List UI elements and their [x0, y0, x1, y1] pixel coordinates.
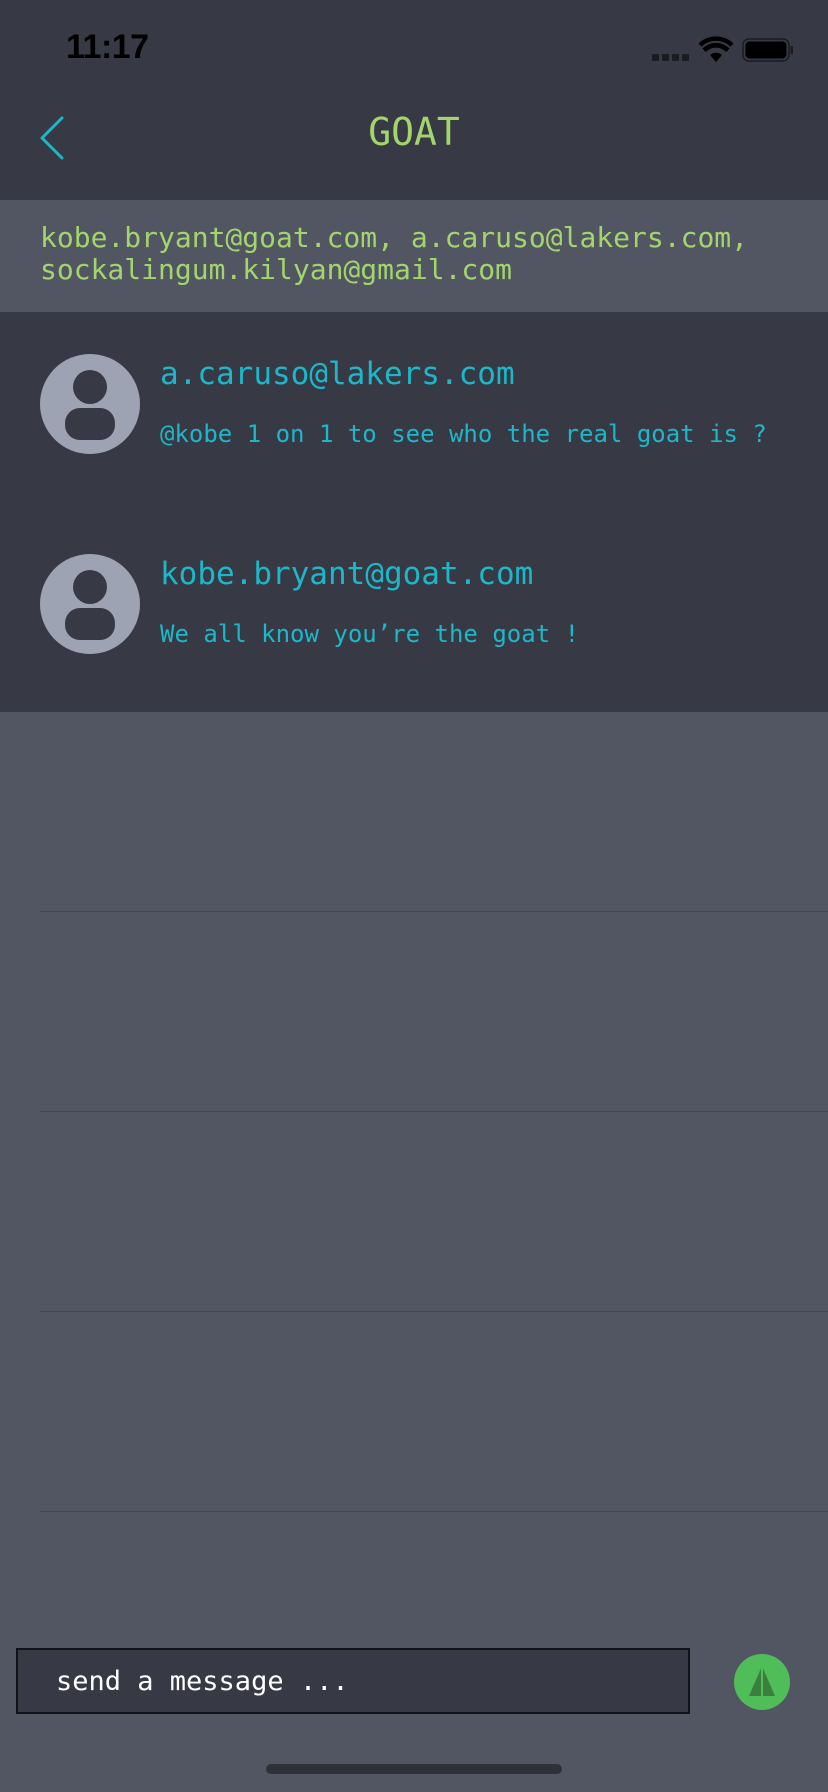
- message-text: We all know you’re the goat !: [160, 620, 580, 648]
- avatar: [40, 554, 140, 654]
- messages-list: a.caruso@lakers.com @kobe 1 on 1 to see …: [0, 312, 828, 712]
- empty-row-separator: [40, 1111, 828, 1112]
- send-button[interactable]: [734, 1654, 790, 1710]
- page-title: GOAT: [368, 110, 460, 154]
- participants-bar: kobe.bryant@goat.com, a.caruso@lakers.co…: [0, 200, 828, 312]
- empty-row-separator: [40, 1511, 828, 1512]
- send-arrow-icon: [749, 1666, 775, 1696]
- battery-icon: [742, 38, 793, 62]
- avatar: [40, 354, 140, 454]
- user-avatar-icon: [65, 570, 115, 640]
- message-composer[interactable]: [16, 1648, 690, 1714]
- navigation-bar: GOAT: [0, 96, 828, 200]
- user-avatar-icon: [65, 370, 115, 440]
- message-text: @kobe 1 on 1 to see who the real goat is…: [160, 420, 767, 448]
- home-indicator[interactable]: [266, 1764, 562, 1774]
- status-bar: 11:17: [0, 0, 828, 96]
- message-item[interactable]: a.caruso@lakers.com @kobe 1 on 1 to see …: [0, 312, 828, 512]
- status-time: 11:17: [66, 28, 149, 66]
- participants-list: kobe.bryant@goat.com, a.caruso@lakers.co…: [40, 221, 749, 286]
- wifi-icon: [698, 36, 734, 62]
- empty-row-separator: [40, 1311, 828, 1312]
- empty-row-separator: [40, 911, 828, 912]
- message-author: kobe.bryant@goat.com: [160, 556, 534, 592]
- message-input[interactable]: [18, 1650, 688, 1712]
- cellular-signal-icon: [652, 54, 690, 62]
- message-item[interactable]: kobe.bryant@goat.com We all know you’re …: [0, 512, 828, 712]
- message-author: a.caruso@lakers.com: [160, 356, 515, 392]
